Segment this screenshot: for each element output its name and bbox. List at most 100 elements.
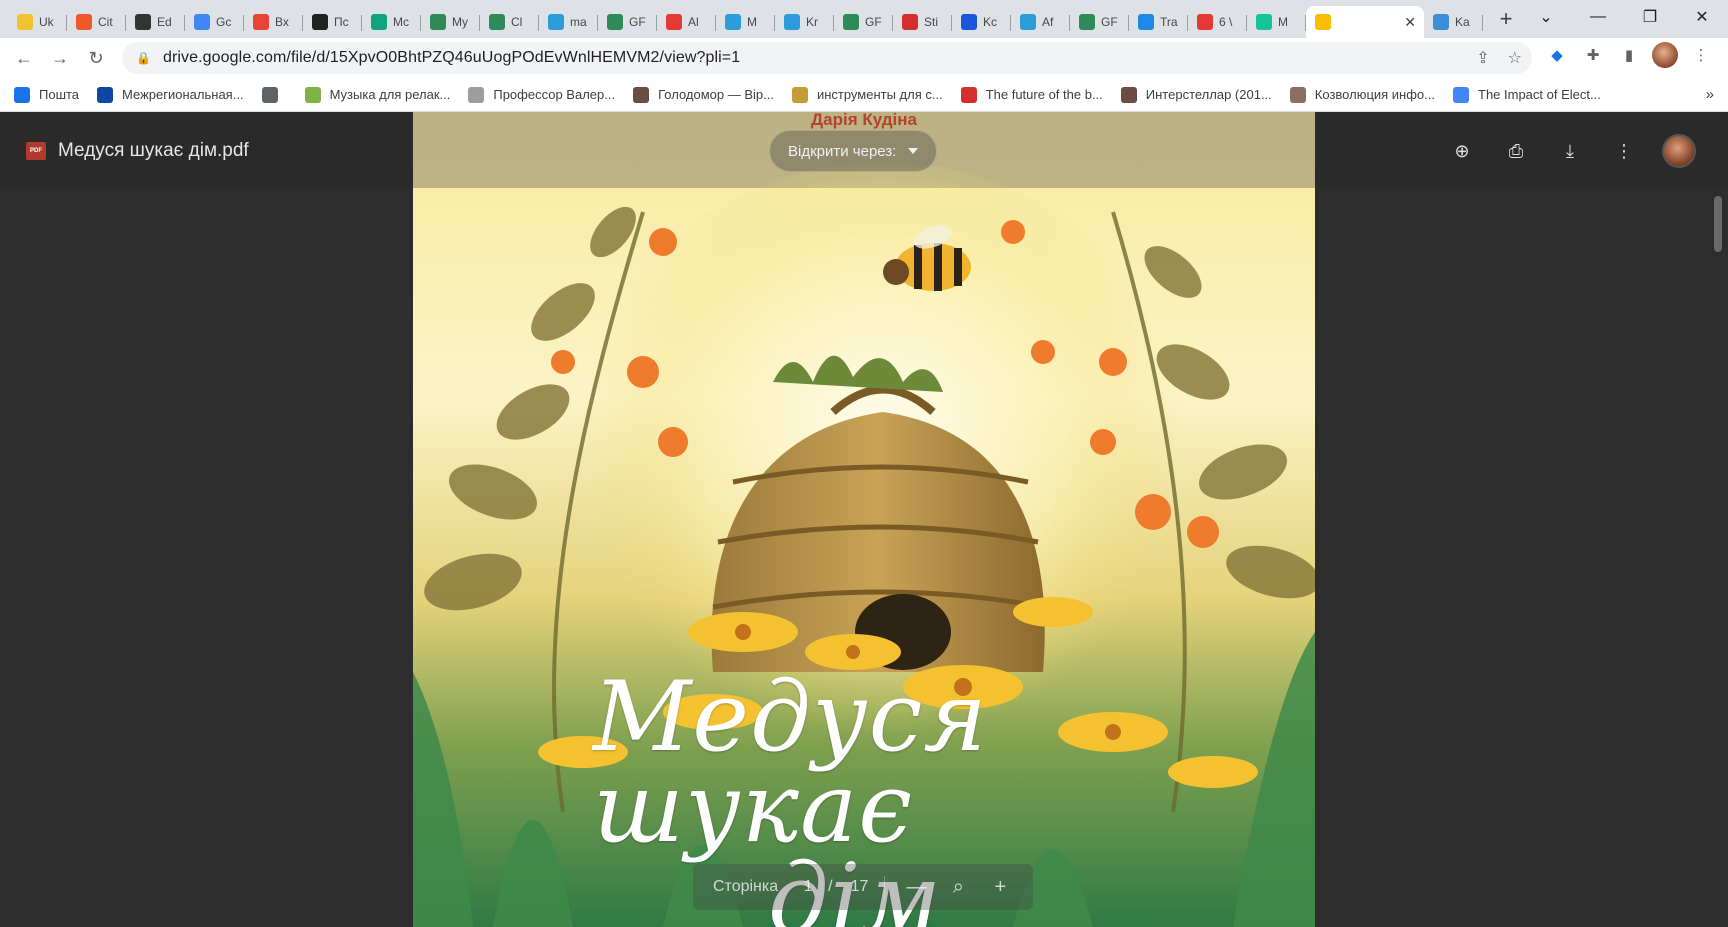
close-tab-icon[interactable]: ✕ — [1404, 14, 1416, 31]
bar-chart-icon — [666, 14, 682, 30]
grid-icon — [548, 14, 564, 30]
tab-6[interactable]: Mc — [362, 7, 421, 37]
tab-18[interactable]: GF — [1070, 7, 1129, 37]
current-page-input[interactable]: 1 — [798, 878, 818, 896]
tab-search-icon[interactable]: ⌄ — [1520, 0, 1572, 34]
bookmark-label: Музыка для релак... — [329, 87, 451, 102]
tab-label: Cit — [98, 15, 113, 29]
address-bar[interactable]: 🔒 drive.google.com/file/d/15XpvO0BhtPZQ4… — [122, 42, 1532, 74]
tab-3[interactable]: Gc — [185, 7, 244, 37]
bookmark-item[interactable]: Профессор Валер... — [468, 86, 615, 103]
print-icon[interactable]: ⎙ — [1500, 135, 1532, 167]
forward-button[interactable]: → — [42, 42, 78, 74]
back-button[interactable]: ← — [6, 42, 42, 74]
shield-logo-icon — [135, 14, 151, 30]
bookmark-item[interactable]: Пошта — [14, 86, 80, 103]
profile-avatar[interactable] — [1652, 42, 1678, 68]
side-panel-icon[interactable]: ▮ — [1616, 42, 1642, 68]
tab-11[interactable]: Al — [657, 7, 716, 37]
extension-diamond-icon[interactable]: ◆ — [1544, 42, 1570, 68]
tab-label: Пс — [334, 15, 349, 29]
pdf-file-icon: PDF — [26, 142, 46, 160]
tab-10[interactable]: GF — [598, 7, 657, 37]
zoom-in-button[interactable]: + — [989, 876, 1011, 899]
bookmarks-more-icon[interactable]: » — [1706, 86, 1714, 103]
tab-label: Tra — [1160, 15, 1178, 29]
scrollbar-thumb[interactable] — [1714, 196, 1722, 252]
minimize-button[interactable]: — — [1572, 0, 1624, 34]
bookmark-item[interactable]: The Impact of Elect... — [1453, 86, 1601, 103]
bookmark-item[interactable]: инструменты для с... — [791, 86, 943, 103]
new-tab-button[interactable]: + — [1491, 6, 1521, 32]
tab-9[interactable]: ma — [539, 7, 598, 37]
tab-label: Sti — [924, 15, 939, 29]
lock-icon[interactable]: 🔒 — [136, 51, 151, 65]
tools-icon — [791, 86, 808, 103]
tab-16[interactable]: Kc — [952, 7, 1011, 37]
tab-13[interactable]: Kr — [775, 7, 834, 37]
add-to-drive-icon[interactable]: ⊕ — [1446, 135, 1478, 167]
tab-label: M — [1278, 15, 1288, 29]
tab-7[interactable]: My — [421, 7, 480, 37]
tab-17[interactable]: Af — [1011, 7, 1070, 37]
tab-21[interactable]: M — [1247, 7, 1306, 37]
gf-icon — [430, 14, 446, 30]
bookmark-star-icon[interactable]: ☆ — [1508, 48, 1522, 68]
tab-2[interactable]: Ed — [126, 7, 185, 37]
tab-label: GF — [1101, 15, 1118, 29]
tab-strip: Uk Cit Ed Gc Вх Пс Mc My Cl ma GF Al M Kr GF Sti Kc Af GF T… — [0, 0, 1728, 38]
bookmark-label: Пошта — [39, 87, 80, 102]
url-text[interactable]: drive.google.com/file/d/15XpvO0BhtPZQ46u… — [163, 49, 740, 67]
extensions-puzzle-icon[interactable]: ✚ — [1580, 42, 1606, 68]
pdf-page: Дарія Кудіна Відкрити через: Медуся шука… — [413, 112, 1315, 927]
restore-button[interactable]: ❐ — [1624, 0, 1676, 34]
more-actions-icon[interactable]: ⋮ — [1608, 135, 1640, 167]
tab-12[interactable]: M — [716, 7, 775, 37]
close-window-button[interactable]: ✕ — [1676, 0, 1728, 34]
zoom-icon: ⌕ — [952, 875, 964, 898]
account-avatar[interactable] — [1662, 134, 1696, 168]
letter-e-icon — [960, 86, 977, 103]
grid-icon — [725, 14, 741, 30]
browser-menu-icon[interactable]: ⋮ — [1688, 42, 1714, 68]
snowflake-icon — [1433, 14, 1449, 30]
tab-23[interactable]: Ka — [1424, 7, 1483, 37]
gf-icon — [489, 14, 505, 30]
chatgpt-icon — [371, 14, 387, 30]
tab-label: Вх — [275, 15, 289, 29]
tab-1[interactable]: Cit — [67, 7, 126, 37]
bookmark-label: инструменты для с... — [816, 87, 943, 102]
region-logo-icon — [97, 86, 114, 103]
open-with-button[interactable]: Відкрити через: — [769, 130, 938, 172]
circle-c-icon — [1138, 14, 1154, 30]
bookmark-item[interactable]: Интерстеллар (201... — [1120, 86, 1272, 103]
tab-5[interactable]: Пс — [303, 7, 362, 37]
bookmark-item[interactable] — [261, 86, 287, 103]
bird-icon — [633, 86, 650, 103]
bookmark-item[interactable]: Межрегиональная... — [97, 86, 244, 103]
tab-15[interactable]: Sti — [893, 7, 952, 37]
tab-label: My — [452, 15, 468, 29]
tab-label: GF — [629, 15, 646, 29]
bookmark-item[interactable]: Голодомор — Вір... — [633, 86, 774, 103]
share-icon[interactable]: ⇪ — [1476, 48, 1489, 68]
tab-19[interactable]: Tra — [1129, 7, 1188, 37]
bookmark-item[interactable]: The future of the b... — [960, 86, 1103, 103]
browser-toolbar: ← → ↻ 🔒 drive.google.com/file/d/15XpvO0B… — [0, 38, 1728, 78]
reload-button[interactable]: ↻ — [78, 42, 114, 74]
tab-14[interactable]: GF — [834, 7, 893, 37]
bookmark-item[interactable]: Козволюция инфо... — [1289, 86, 1435, 103]
tab-8[interactable]: Cl — [480, 7, 539, 37]
tab-20[interactable]: 6 \ — [1188, 7, 1247, 37]
bookmark-label: Интерстеллар (201... — [1145, 87, 1272, 102]
bookmark-item[interactable]: Музыка для релак... — [304, 86, 451, 103]
tab-active[interactable]: ✕ — [1306, 6, 1424, 38]
bookmark-label: Голодомор — Вір... — [658, 87, 774, 102]
tab-label: Kr — [806, 15, 818, 29]
zoom-out-button[interactable]: — — [905, 876, 927, 899]
tab-0[interactable]: Uk — [8, 7, 67, 37]
tab-label: Uk — [39, 15, 54, 29]
tab-label: Mc — [393, 15, 409, 29]
download-icon[interactable]: ⤓ — [1554, 135, 1586, 167]
tab-4[interactable]: Вх — [244, 7, 303, 37]
